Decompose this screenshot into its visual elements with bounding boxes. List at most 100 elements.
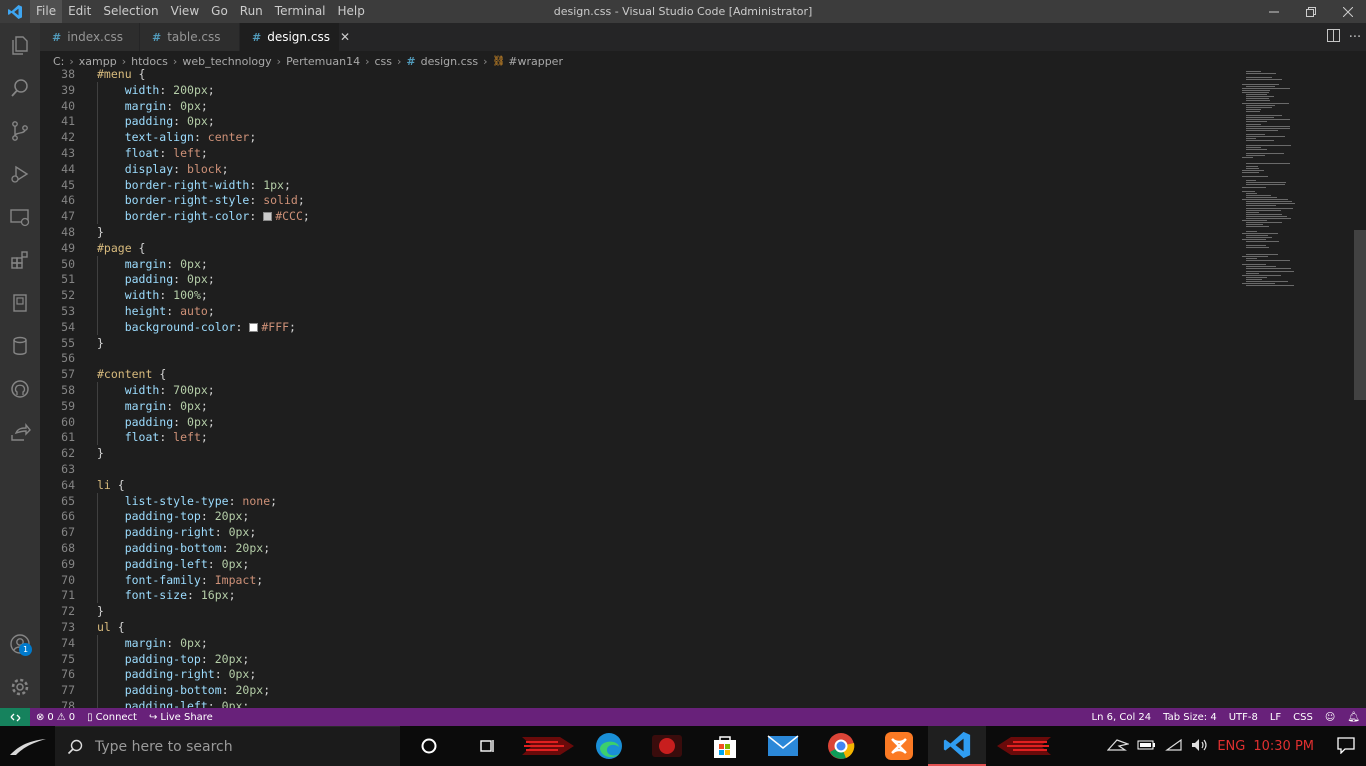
split-editor-icon[interactable] <box>1322 28 1344 46</box>
xampp-icon[interactable] <box>870 726 928 766</box>
language-mode[interactable]: CSS <box>1287 712 1319 723</box>
code-line[interactable]: 75 padding-top: 20px; <box>40 651 1220 667</box>
code-line[interactable]: 57 #content { <box>40 366 1220 382</box>
code-line[interactable]: 63 <box>40 461 1220 477</box>
volume-icon[interactable] <box>1191 738 1209 755</box>
code-line[interactable]: 38 #menu { <box>40 69 1220 82</box>
clock[interactable]: 10:30 PM <box>1253 739 1314 754</box>
breadcrumb-item[interactable]: css <box>374 55 392 68</box>
menu-go[interactable]: Go <box>205 0 234 23</box>
scrollbar-thumb[interactable] <box>1354 230 1366 400</box>
code-line[interactable]: 49 #page { <box>40 240 1220 256</box>
code-line[interactable]: 42 text-align: center; <box>40 129 1220 145</box>
menu-selection[interactable]: Selection <box>97 0 164 23</box>
wifi-icon[interactable] <box>1165 738 1183 755</box>
code-line[interactable]: 73 ul { <box>40 619 1220 635</box>
account-icon[interactable]: 1 <box>0 622 40 665</box>
code-line[interactable]: 67 padding-right: 0px; <box>40 524 1220 540</box>
problems-indicator[interactable]: ⊗ 0 ⚠ 0 <box>30 712 81 723</box>
tab-design-css[interactable]: # design.css ✕ <box>240 23 350 51</box>
code-line[interactable]: 77 padding-bottom: 20px; <box>40 682 1220 698</box>
minimize-button[interactable] <box>1255 0 1292 23</box>
code-line[interactable]: 41 padding: 0px; <box>40 113 1220 129</box>
menu-edit[interactable]: Edit <box>62 0 97 23</box>
remote-explorer-icon[interactable] <box>0 195 40 238</box>
task-view-icon[interactable] <box>458 726 516 766</box>
tab-size[interactable]: Tab Size: 4 <box>1157 712 1223 723</box>
menu-run[interactable]: Run <box>234 0 269 23</box>
breadcrumb-item[interactable]: web_technology <box>182 55 271 68</box>
code-line[interactable]: 61 float: left; <box>40 429 1220 445</box>
run-debug-icon[interactable] <box>0 152 40 195</box>
code-line[interactable]: 70 font-family: Impact; <box>40 572 1220 588</box>
mail-icon[interactable] <box>754 726 812 766</box>
code-line[interactable]: 68 padding-bottom: 20px; <box>40 540 1220 556</box>
menu-file[interactable]: File <box>30 0 63 23</box>
cortana-icon[interactable] <box>400 726 458 766</box>
database-icon[interactable] <box>0 324 40 367</box>
more-actions-icon[interactable]: ··· <box>1344 30 1366 45</box>
breadcrumb-item[interactable]: htdocs <box>131 55 168 68</box>
code-line[interactable]: 51 padding: 0px; <box>40 271 1220 287</box>
code-line[interactable]: 69 padding-left: 0px; <box>40 556 1220 572</box>
code-line[interactable]: 55} <box>40 335 1220 351</box>
search-icon[interactable] <box>0 66 40 109</box>
breadcrumb-item[interactable]: #wrapper <box>508 55 563 68</box>
breadcrumb-item[interactable]: xampp <box>79 55 117 68</box>
code-line[interactable]: 44 display: block; <box>40 161 1220 177</box>
tab-table-css[interactable]: # table.css <box>140 23 240 51</box>
code-line[interactable]: 65 list-style-type: none; <box>40 493 1220 509</box>
device-icon[interactable] <box>0 281 40 324</box>
live-share-button[interactable]: ↪ Live Share <box>143 712 219 723</box>
menu-terminal[interactable]: Terminal <box>269 0 332 23</box>
edge-browser-icon[interactable] <box>580 726 638 766</box>
code-editor[interactable]: 38 #menu {39 width: 200px; 40 margin: 0px;… <box>40 69 1366 708</box>
remote-indicator-icon[interactable] <box>0 708 30 726</box>
code-line[interactable]: 60 padding: 0px; <box>40 414 1220 430</box>
code-line[interactable]: 58 width: 700px; <box>40 382 1220 398</box>
code-line[interactable]: 46 border-right-style: solid; <box>40 192 1220 208</box>
cursor-position[interactable]: Ln 6, Col 24 <box>1086 712 1158 723</box>
code-line[interactable]: 64 li { <box>40 477 1220 493</box>
color-swatch[interactable] <box>249 322 259 332</box>
code-line[interactable]: 56 <box>40 350 1220 366</box>
battery-icon[interactable] <box>1137 739 1157 754</box>
code-line[interactable]: 71 font-size: 16px; <box>40 587 1220 603</box>
live-share-icon[interactable] <box>0 410 40 453</box>
tab-index-css[interactable]: # index.css <box>40 23 140 51</box>
close-window-button[interactable] <box>1329 0 1366 23</box>
end-of-line[interactable]: LF <box>1264 712 1287 723</box>
code-line[interactable]: 59 margin: 0px; <box>40 398 1220 414</box>
start-button[interactable] <box>0 726 55 766</box>
code-line[interactable]: 52 width: 100%; <box>40 287 1220 303</box>
vscode-taskbar-icon[interactable] <box>928 726 986 766</box>
code-line[interactable]: 43 float: left; <box>40 145 1220 161</box>
code-line[interactable]: 40 margin: 0px; <box>40 98 1220 114</box>
input-language[interactable]: ENG <box>1217 739 1245 754</box>
code-line[interactable]: 76 padding-right: 0px; <box>40 666 1220 682</box>
app-icon-red[interactable] <box>638 726 696 766</box>
settings-gear-icon[interactable] <box>0 665 40 708</box>
explorer-icon[interactable] <box>0 23 40 66</box>
feedback-icon[interactable]: ☺ <box>1319 712 1341 723</box>
source-control-icon[interactable] <box>0 109 40 152</box>
encoding[interactable]: UTF-8 <box>1223 712 1264 723</box>
code-line[interactable]: 72} <box>40 603 1220 619</box>
code-line[interactable]: 39 width: 200px; <box>40 82 1220 98</box>
menu-help[interactable]: Help <box>332 0 371 23</box>
close-tab-icon[interactable]: ✕ <box>340 30 350 44</box>
code-line[interactable]: 50 margin: 0px; <box>40 256 1220 272</box>
notifications-bell-icon[interactable]: 🔔︎ <box>1341 712 1366 723</box>
notification-center-icon[interactable] <box>1336 736 1356 757</box>
code-line[interactable]: 53 height: auto; <box>40 303 1220 319</box>
code-line[interactable]: 62} <box>40 445 1220 461</box>
microsoft-store-icon[interactable] <box>696 726 754 766</box>
connect-button[interactable]: ▯ Connect <box>81 712 143 723</box>
code-line[interactable]: 54 background-color: #FFF; <box>40 319 1220 335</box>
chrome-icon[interactable] <box>812 726 870 766</box>
code-line[interactable]: 47 border-right-color: #CCC; <box>40 208 1220 224</box>
breadcrumb-item[interactable]: Pertemuan14 <box>286 55 360 68</box>
extensions-icon[interactable] <box>0 238 40 281</box>
breadcrumb-item[interactable]: design.css <box>421 55 479 68</box>
menu-view[interactable]: View <box>165 0 205 23</box>
